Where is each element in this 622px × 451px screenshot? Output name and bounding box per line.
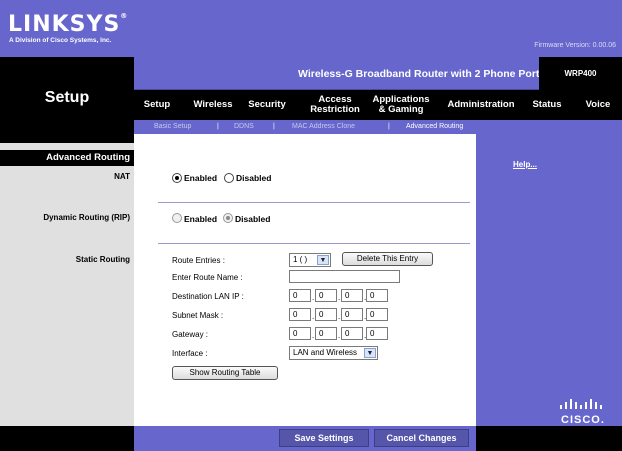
chevron-down-icon: ▼ bbox=[364, 348, 376, 358]
ip-dot: . bbox=[312, 293, 315, 302]
product-bar: Wireless-G Broadband Router with 2 Phone… bbox=[134, 57, 622, 90]
ip-dot: . bbox=[338, 331, 341, 340]
product-name: Wireless-G Broadband Router with 2 Phone… bbox=[298, 68, 546, 80]
help-panel bbox=[476, 143, 622, 426]
subnet-octet-3[interactable]: 0 bbox=[341, 308, 363, 321]
tab-voice[interactable]: Voice bbox=[578, 90, 618, 120]
subtab-mac-address-clone[interactable]: MAC Address Clone bbox=[292, 123, 355, 130]
nat-disabled-label: Disabled bbox=[236, 173, 272, 183]
subtab-advanced-routing[interactable]: Advanced Routing bbox=[406, 123, 463, 130]
subtab-separator: | bbox=[273, 123, 275, 130]
route-entries-label: Route Entries : bbox=[172, 256, 225, 265]
section-heading: Advanced Routing bbox=[0, 150, 134, 166]
divider-right bbox=[476, 134, 622, 143]
tab-setup[interactable]: Setup bbox=[134, 90, 180, 120]
ip-dot: . bbox=[338, 293, 341, 302]
static-routing-label: Static Routing bbox=[75, 255, 130, 264]
footer-left bbox=[0, 426, 134, 451]
nat-enabled-radio[interactable] bbox=[172, 173, 182, 183]
subtab-separator: | bbox=[217, 123, 219, 130]
main-tabs: Setup Wireless Security Access Restricti… bbox=[134, 90, 622, 120]
interface-label: Interface : bbox=[172, 349, 208, 358]
subtab-separator: | bbox=[388, 123, 390, 130]
ip-dot: . bbox=[312, 331, 315, 340]
ip-dot: . bbox=[312, 312, 315, 321]
save-settings-button[interactable]: Save Settings bbox=[279, 429, 369, 447]
interface-value: LAN and Wireless bbox=[293, 348, 358, 357]
gateway-octet-2[interactable]: 0 bbox=[315, 327, 337, 340]
brand-subtitle: A Division of Cisco Systems, Inc. bbox=[9, 37, 112, 44]
tab-applications-gaming[interactable]: Applications & Gaming bbox=[370, 90, 432, 120]
gateway-octet-4[interactable]: 0 bbox=[366, 327, 388, 340]
dest-ip-octet-3[interactable]: 0 bbox=[341, 289, 363, 302]
subtab-ddns[interactable]: DDNS bbox=[234, 123, 254, 130]
tab-administration[interactable]: Administration bbox=[442, 90, 520, 120]
divider-center bbox=[134, 134, 476, 143]
cancel-changes-button[interactable]: Cancel Changes bbox=[374, 429, 469, 447]
footer-right bbox=[476, 426, 622, 451]
tab-status[interactable]: Status bbox=[526, 90, 568, 120]
nat-disabled-radio[interactable] bbox=[224, 173, 234, 183]
rip-enabled-label: Enabled bbox=[184, 214, 218, 224]
cisco-logo-icon bbox=[560, 399, 602, 409]
linksys-logo: LINKSYS® bbox=[8, 12, 129, 37]
show-routing-table-button[interactable]: Show Routing Table bbox=[172, 366, 278, 380]
separator-line bbox=[158, 202, 470, 203]
route-entries-value: 1 ( ) bbox=[293, 255, 308, 264]
subtab-basic-setup[interactable]: Basic Setup bbox=[154, 123, 191, 130]
chevron-down-icon: ▼ bbox=[317, 255, 329, 265]
model-number: WRP400 bbox=[539, 57, 622, 90]
left-panel bbox=[0, 143, 134, 426]
subnet-octet-1[interactable]: 0 bbox=[289, 308, 311, 321]
rip-enabled-radio[interactable] bbox=[172, 213, 182, 223]
route-name-input[interactable] bbox=[289, 270, 400, 283]
sub-tabs: Basic Setup | DDNS | MAC Address Clone |… bbox=[134, 120, 622, 134]
cisco-wordmark: CISCO. bbox=[561, 414, 605, 426]
subnet-octet-2[interactable]: 0 bbox=[315, 308, 337, 321]
subnet-label: Subnet Mask : bbox=[172, 311, 224, 320]
gateway-octet-1[interactable]: 0 bbox=[289, 327, 311, 340]
interface-select[interactable]: LAN and Wireless ▼ bbox=[289, 346, 378, 360]
rip-label: Dynamic Routing (RIP) bbox=[43, 213, 130, 222]
separator-line bbox=[158, 243, 470, 244]
ip-dot: . bbox=[338, 312, 341, 321]
content-panel bbox=[134, 143, 476, 426]
subnet-octet-4[interactable]: 0 bbox=[366, 308, 388, 321]
firmware-version: Firmware Version: 0.00.06 bbox=[534, 42, 616, 49]
page-section-title: Setup bbox=[44, 89, 90, 106]
route-name-label: Enter Route Name : bbox=[172, 273, 243, 282]
dest-ip-octet-2[interactable]: 0 bbox=[315, 289, 337, 302]
dest-ip-octet-4[interactable]: 0 bbox=[366, 289, 388, 302]
rip-disabled-radio[interactable] bbox=[223, 213, 233, 223]
nat-enabled-label: Enabled bbox=[184, 173, 218, 183]
help-link[interactable]: Help... bbox=[513, 160, 537, 169]
rip-disabled-label: Disabled bbox=[235, 214, 271, 224]
dest-ip-label: Destination LAN IP : bbox=[172, 292, 244, 301]
tab-wireless[interactable]: Wireless bbox=[187, 90, 239, 120]
nat-label: NAT bbox=[114, 172, 130, 181]
tab-access-restriction[interactable]: Access Restriction bbox=[304, 90, 366, 120]
gateway-label: Gateway : bbox=[172, 330, 209, 339]
route-entries-select[interactable]: 1 ( ) ▼ bbox=[289, 253, 331, 267]
dest-ip-octet-1[interactable]: 0 bbox=[289, 289, 311, 302]
gateway-octet-3[interactable]: 0 bbox=[341, 327, 363, 340]
delete-entry-button[interactable]: Delete This Entry bbox=[342, 252, 433, 266]
tab-security[interactable]: Security bbox=[242, 90, 292, 120]
divider-left bbox=[0, 134, 134, 143]
